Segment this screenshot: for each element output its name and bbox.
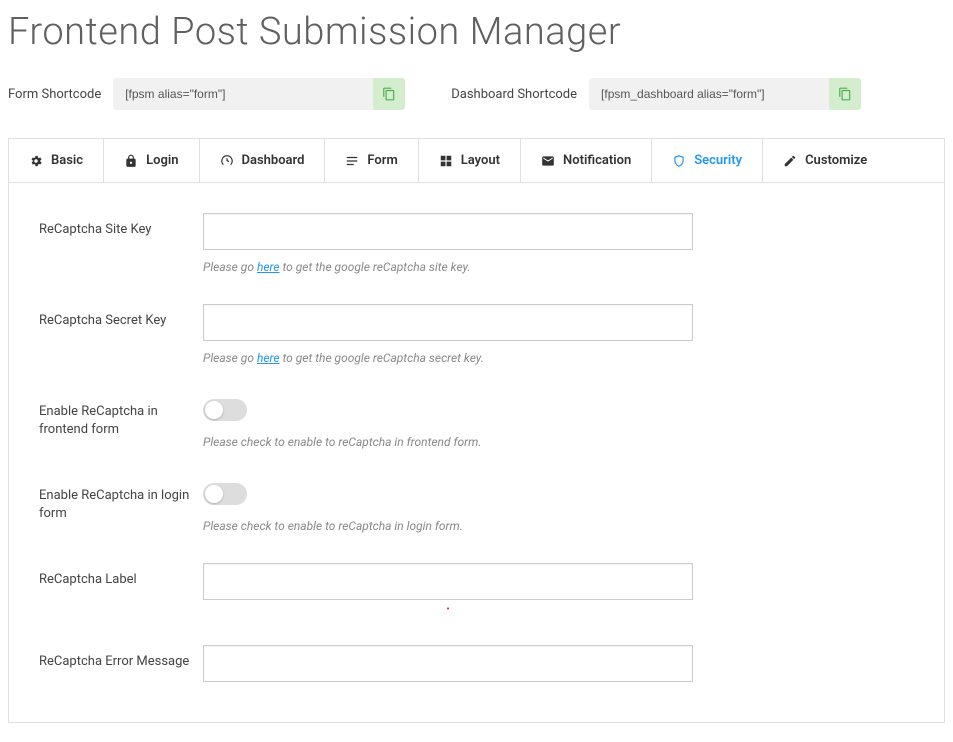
hint-link[interactable]: here [257, 351, 280, 365]
brush-icon [783, 154, 797, 168]
field-hint: Please go here to get the google reCaptc… [203, 351, 693, 365]
error-message-input[interactable] [203, 645, 693, 682]
field-enable-frontend: Enable ReCaptcha in frontend form Please… [39, 395, 914, 449]
form-shortcode-label: Form Shortcode [8, 87, 101, 102]
tab-layout[interactable]: Layout [419, 139, 521, 182]
form-shortcode-input[interactable] [113, 79, 373, 109]
tab-dashboard[interactable]: Dashboard [200, 139, 326, 182]
dashboard-shortcode-label: Dashboard Shortcode [451, 87, 577, 102]
tab-customize[interactable]: Customize [763, 139, 887, 182]
tabs-bar: Basic Login Dashboard Form Layout Notifi… [8, 138, 945, 183]
enable-frontend-toggle[interactable] [203, 399, 247, 421]
tab-form[interactable]: Form [325, 139, 418, 182]
field-site-key: ReCaptcha Site Key Please go here to get… [39, 213, 914, 274]
tab-label: Form [367, 153, 397, 168]
indicator-dot: • [203, 604, 693, 615]
field-label: ReCaptcha Error Message [39, 645, 203, 671]
layout-icon [439, 154, 453, 168]
field-label: ReCaptcha Label [39, 563, 203, 589]
form-icon [345, 154, 359, 168]
tab-label: Security [694, 153, 742, 168]
field-label: ReCaptcha Secret Key [39, 304, 203, 330]
field-label: ReCaptcha Site Key [39, 213, 203, 239]
lock-icon [124, 154, 138, 168]
dashboard-shortcode-input[interactable] [589, 79, 829, 109]
field-label: Enable ReCaptcha in login form [39, 479, 203, 523]
tab-label: Dashboard [242, 153, 305, 168]
tab-security[interactable]: Security [652, 139, 763, 182]
tab-label: Customize [805, 153, 867, 168]
tab-login[interactable]: Login [104, 139, 199, 182]
copy-icon[interactable] [373, 78, 405, 110]
copy-icon[interactable] [829, 78, 861, 110]
page-title: Frontend Post Submission Manager [8, 10, 945, 54]
field-secret-key: ReCaptcha Secret Key Please go here to g… [39, 304, 914, 365]
tab-label: Layout [461, 153, 500, 168]
security-panel: ReCaptcha Site Key Please go here to get… [8, 183, 945, 723]
tab-label: Basic [51, 153, 83, 168]
tab-notification[interactable]: Notification [521, 139, 652, 182]
field-hint: Please check to enable to reCaptcha in f… [203, 435, 693, 449]
dashboard-icon [220, 154, 234, 168]
shortcode-bar: Form Shortcode Dashboard Shortcode [8, 78, 945, 110]
site-key-input[interactable] [203, 213, 693, 250]
field-hint: Please check to enable to reCaptcha in l… [203, 519, 693, 533]
mail-icon [541, 154, 555, 168]
tab-basic[interactable]: Basic [9, 139, 104, 182]
field-enable-login: Enable ReCaptcha in login form Please ch… [39, 479, 914, 533]
gear-icon [29, 154, 43, 168]
field-recaptcha-label: ReCaptcha Label • [39, 563, 914, 615]
shield-icon [672, 154, 686, 168]
field-hint: Please go here to get the google reCaptc… [203, 260, 693, 274]
field-label: Enable ReCaptcha in frontend form [39, 395, 203, 439]
tab-label: Login [146, 153, 178, 168]
field-error-message: ReCaptcha Error Message [39, 645, 914, 682]
enable-login-toggle[interactable] [203, 483, 247, 505]
recaptcha-label-input[interactable] [203, 563, 693, 600]
tab-label: Notification [563, 153, 631, 168]
secret-key-input[interactable] [203, 304, 693, 341]
dashboard-shortcode-box [589, 78, 861, 110]
hint-link[interactable]: here [257, 260, 280, 274]
form-shortcode-box [113, 78, 405, 110]
